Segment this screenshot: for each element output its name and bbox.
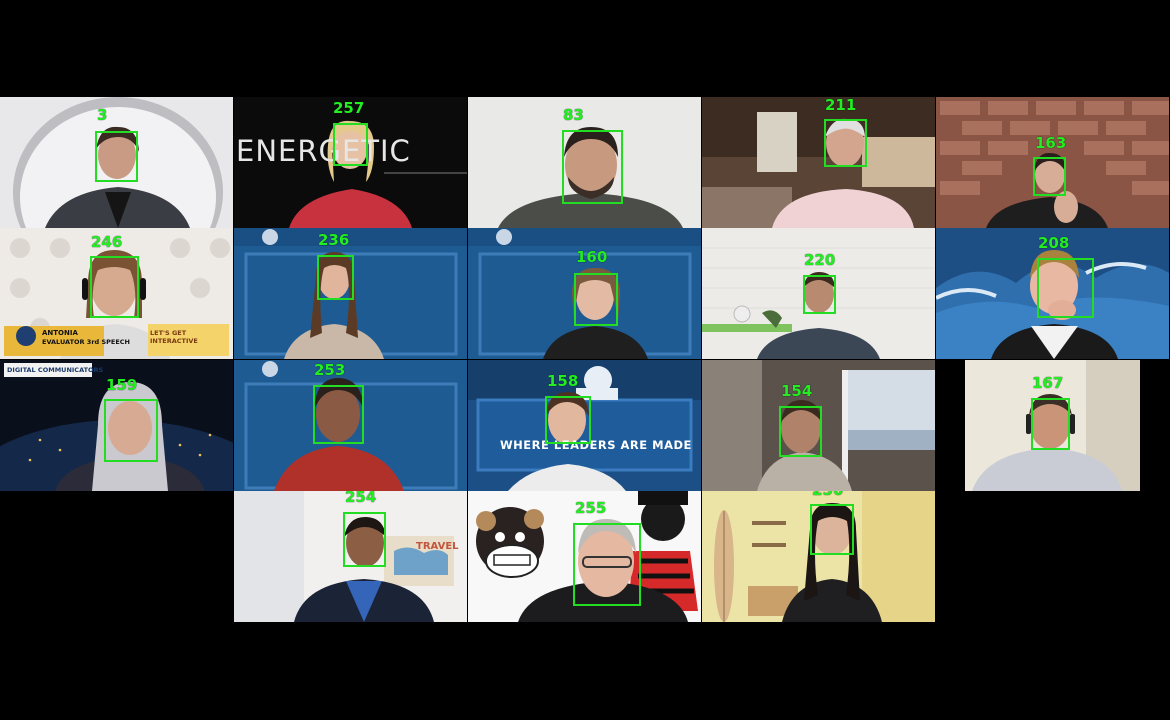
participant-video [468, 360, 701, 491]
lower-third-tagline: LET'S GET INTERACTIVE [150, 329, 198, 345]
participant-tile[interactable]: 220 [702, 228, 935, 359]
participant-tile[interactable]: 154 [702, 360, 935, 491]
participant-video [0, 97, 233, 228]
participant-tile[interactable]: 167 [936, 360, 1169, 491]
participant-video [234, 228, 467, 359]
video-grid: 3 ENERGETIC 257 83 211 163 ANTONIA EVALU… [0, 97, 1170, 623]
participant-video [702, 360, 935, 491]
participant-video [702, 97, 935, 228]
participant-tile[interactable]: 3 [0, 97, 233, 228]
participant-video [234, 360, 467, 491]
logo-badge: DIGITAL COMMUNICATORS [7, 366, 104, 374]
participant-tile[interactable]: 255 [468, 491, 701, 622]
participant-video [936, 97, 1169, 228]
participant-tile[interactable]: ANTONIA EVALUATOR 3rd SPEECH LET'S GET I… [0, 228, 233, 359]
participant-tile[interactable]: 208 [936, 228, 1169, 359]
participant-tile[interactable]: 163 [936, 97, 1169, 228]
background-slogan: WHERE LEADERS ARE MADE [500, 438, 692, 452]
participant-tile[interactable]: 256 [702, 491, 935, 622]
lower-third-name: ANTONIA [42, 329, 78, 337]
participant-video [468, 228, 701, 359]
lower-third-role: EVALUATOR 3rd SPEECH [42, 338, 130, 346]
participant-tile[interactable]: 236 [234, 228, 467, 359]
participant-tile[interactable]: 253 [234, 360, 467, 491]
participant-tile[interactable]: ENERGETIC 257 [234, 97, 467, 228]
background-text: ENERGETIC [236, 134, 411, 168]
participant-tile[interactable]: 83 [468, 97, 701, 228]
participant-video [234, 491, 467, 622]
participant-video [702, 228, 935, 359]
participant-video [702, 491, 935, 622]
participant-video [936, 228, 1169, 359]
participant-tile[interactable]: DIGITAL COMMUNICATORS 159 [0, 360, 233, 491]
participant-video [468, 97, 701, 228]
participant-tile[interactable]: 160 [468, 228, 701, 359]
participant-tile[interactable]: WHERE LEADERS ARE MADE 158 [468, 360, 701, 491]
participant-video [0, 360, 233, 491]
participant-video [936, 360, 1169, 491]
participant-video [468, 491, 701, 622]
background-sign: TRAVEL [416, 541, 459, 552]
participant-tile[interactable]: TRAVEL 254 [234, 491, 467, 622]
participant-tile[interactable]: 211 [702, 97, 935, 228]
